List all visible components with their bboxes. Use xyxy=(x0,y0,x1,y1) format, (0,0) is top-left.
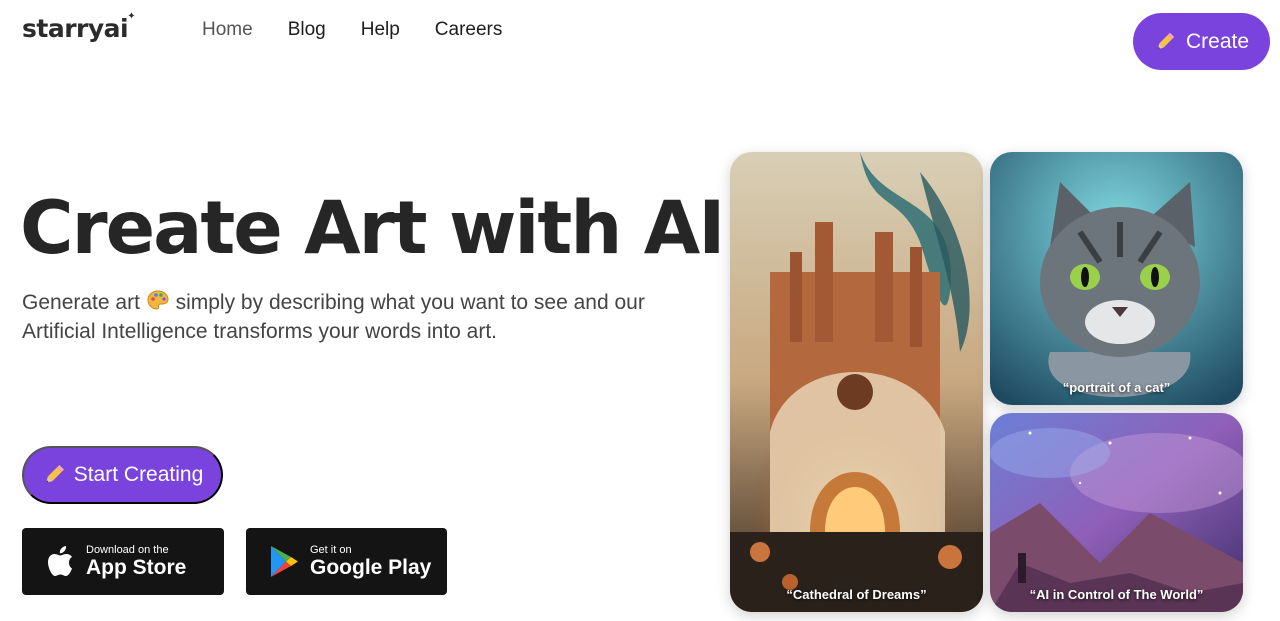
nav-blog[interactable]: Blog xyxy=(288,19,326,41)
app-store-text: Download on the App Store xyxy=(86,544,186,580)
nav-home[interactable]: Home xyxy=(202,19,253,41)
gallery-card-space: “AI in Control of The World” xyxy=(990,413,1243,612)
app-store-big: App Store xyxy=(86,555,187,579)
palette-emoji xyxy=(147,290,169,310)
nav-careers[interactable]: Careers xyxy=(435,19,503,41)
cathedral-caption: “Cathedral of Dreams” xyxy=(786,587,927,602)
gallery-card-cathedral: “Cathedral of Dreams” xyxy=(730,152,983,612)
cathedral-image xyxy=(730,152,983,612)
create-button[interactable]: Create xyxy=(1133,13,1270,70)
logo[interactable]: starryai ✦ xyxy=(22,11,136,43)
gallery-card-cat: “portrait of a cat” xyxy=(990,152,1243,405)
create-button-label: Create xyxy=(1185,29,1250,53)
cat-image xyxy=(990,152,1243,405)
hero-subtitle-part1: Generate art xyxy=(22,291,140,314)
logo-star-icon: ✦ xyxy=(127,11,136,22)
app-store-small: Download on the xyxy=(86,543,169,556)
nav-help[interactable]: Help xyxy=(361,19,400,41)
start-creating-label: Start Creating xyxy=(73,463,204,486)
google-play-icon xyxy=(268,544,300,580)
main-nav: Home Blog Help Careers xyxy=(202,19,537,41)
apple-icon xyxy=(44,544,76,580)
pencil-icon xyxy=(1157,32,1175,49)
cat-caption: “portrait of a cat” xyxy=(1062,380,1171,395)
logo-text: starryai xyxy=(22,14,129,43)
hero-subtitle: Generate art simply by describing what y… xyxy=(22,288,662,346)
google-play-text: Get it on Google Play xyxy=(310,544,431,580)
space-image xyxy=(990,413,1243,612)
google-play-big: Google Play xyxy=(310,555,432,579)
google-play-button[interactable]: Get it on Google Play xyxy=(246,528,447,595)
google-play-small: Get it on xyxy=(310,543,352,556)
space-caption: “AI in Control of The World” xyxy=(1029,587,1204,602)
start-creating-button[interactable]: Start Creating xyxy=(22,446,223,504)
hero-title: Create Art with AI xyxy=(20,186,725,271)
pencil-icon xyxy=(46,464,64,483)
app-store-button[interactable]: Download on the App Store xyxy=(22,528,224,595)
